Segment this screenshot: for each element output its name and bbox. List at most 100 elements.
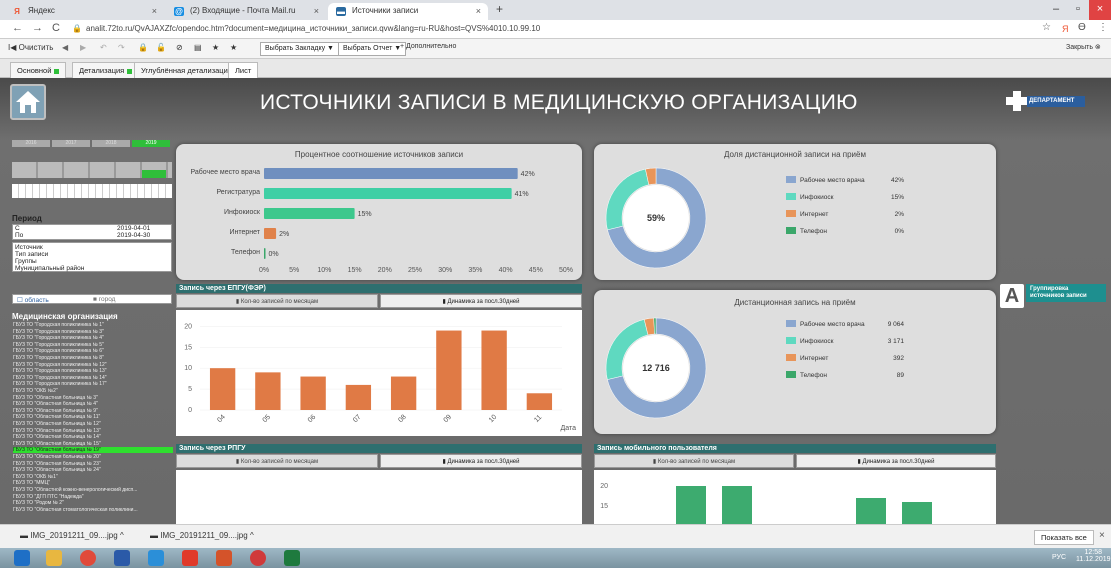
close-document-button[interactable]: Закрыть ⊗ — [1066, 43, 1101, 51]
org-list-item[interactable]: ГБУЗ ТО "Областная больница № 20" — [13, 454, 173, 460]
org-list-item[interactable]: ГБУЗ ТО "Областная больница № 14" — [13, 434, 173, 440]
org-list-item[interactable]: ГБУЗ ТО "Городская поликлиника № 13" — [13, 368, 173, 374]
org-list-item[interactable]: ГБУЗ ТО "Областная больница № 24" — [13, 467, 173, 473]
org-list-item[interactable]: ГБУЗ ТО "Городская поликлиника № 1" — [13, 322, 173, 328]
explorer-icon[interactable] — [46, 550, 62, 566]
org-list-item[interactable]: ГБУЗ ТО "Городская поликлиника № 8" — [13, 355, 173, 361]
org-list-item[interactable]: ГБУЗ ТО "Областная больница № 19" — [13, 447, 173, 453]
bookmark-select[interactable]: Выбрать Закладку ▼ — [260, 42, 339, 56]
org-list-item[interactable]: ГБУЗ ТО "Областная больница № 23" — [13, 461, 173, 467]
region-city[interactable]: ■ город — [93, 296, 115, 303]
clear-button[interactable]: I◀ Очистить — [8, 43, 53, 52]
menu-icon[interactable]: ⋮ — [1098, 22, 1108, 33]
forward-icon[interactable]: → — [32, 22, 43, 34]
language-indicator[interactable]: РУС — [1052, 554, 1066, 561]
star-icon[interactable]: ☆ — [1042, 22, 1051, 33]
show-all-button[interactable]: Показать все — [1034, 530, 1094, 545]
org-list-item[interactable]: ГБУЗ ТО "Городская поликлиника № 5" — [13, 342, 173, 348]
period-from-value[interactable]: 2019-04-01 — [117, 225, 150, 232]
org-list-item[interactable]: ГБУЗ ТО "Областная больница № 13" — [13, 428, 173, 434]
grouping-button[interactable]: A — [1000, 284, 1024, 308]
filter-district[interactable]: Муниципальный район — [15, 265, 84, 272]
close-download-bar-icon[interactable]: × — [1099, 530, 1105, 541]
org-list-item[interactable]: ГБУЗ ТО "Городская поликлиника № 17" — [13, 381, 173, 387]
grouping-label[interactable]: Группировка источников записи — [1026, 284, 1106, 302]
org-list-item[interactable]: ГБУЗ ТО "Родом № 2" — [13, 500, 173, 506]
year-button[interactable]: 2018 — [92, 140, 130, 147]
org-list-item[interactable]: ГБУЗ ТО "Областная больница № 3" — [13, 395, 173, 401]
ie-icon[interactable] — [148, 550, 164, 566]
browser-tab-yandex[interactable]: Я Яндекс × — [4, 3, 164, 20]
table-icon[interactable]: ▤ — [194, 43, 202, 52]
epgu-tab-month[interactable]: ▮ Кол-во записей по месяцам — [176, 294, 378, 308]
filter-source[interactable]: Источник — [15, 244, 43, 251]
org-list-item[interactable]: ГБУЗ ТО "Городская поликлиника № 6" — [13, 348, 173, 354]
org-list-item[interactable]: ГБУЗ ТО "Областная стоматологическая пол… — [13, 507, 173, 513]
sheet-tab-list[interactable]: Лист — [228, 62, 259, 78]
rpgu-tab-month[interactable]: ▮ Кол-во записей по месяцам — [176, 454, 378, 468]
org-list-item[interactable]: ГБУЗ ТО "Областной кожно-венерологически… — [13, 487, 173, 493]
org-list-item[interactable]: ГБУЗ ТО "Областная больница № 9" — [13, 408, 173, 414]
chrome-icon[interactable] — [80, 550, 96, 566]
day-selector[interactable] — [12, 184, 172, 198]
excel-icon[interactable] — [284, 550, 300, 566]
report-select[interactable]: Выбрать Отчет ▼ — [338, 42, 407, 56]
search-icon[interactable]: ⊘ — [176, 43, 183, 52]
close-window-button[interactable]: × — [1089, 0, 1111, 20]
redo-icon[interactable]: ↷ — [118, 43, 125, 52]
word-icon[interactable] — [114, 550, 130, 566]
epgu-tab-dynamics[interactable]: ▮ Динамика за посл.30дней — [380, 294, 582, 308]
bookmark-add-icon[interactable]: ★ — [230, 43, 237, 52]
download-item[interactable]: ▬ IMG_20191211_09....jpg ^ — [150, 531, 254, 540]
year-button-selected[interactable]: 2019 — [132, 140, 170, 147]
mobile-tab-month[interactable]: ▮ Кол-во записей по месяцам — [594, 454, 794, 468]
mobile-tab-dynamics[interactable]: ▮ Динамика за посл.30дней — [796, 454, 996, 468]
yandex-browser-icon[interactable] — [182, 550, 198, 566]
undo-icon[interactable]: ↶ — [100, 43, 107, 52]
start-icon[interactable] — [14, 550, 30, 566]
close-tab-icon[interactable]: × — [314, 6, 319, 16]
more-button[interactable]: + Дополнительно — [400, 43, 456, 50]
org-list-item[interactable]: ГБУЗ ТО "Городская поликлиника № 3" — [13, 329, 173, 335]
org-list-item[interactable]: ГБУЗ ТО "Городская поликлиника № 4" — [13, 335, 173, 341]
sheet-tab-main[interactable]: Основной — [10, 62, 67, 78]
account-icon[interactable]: Ө — [1078, 22, 1086, 33]
month-selected[interactable] — [142, 170, 166, 178]
filter-groups[interactable]: Группы — [15, 258, 37, 265]
powerpoint-icon[interactable] — [216, 550, 232, 566]
new-tab-button[interactable]: + — [496, 2, 503, 16]
org-list-item[interactable]: ГБУЗ ТО "ОКБ №1" — [13, 474, 173, 480]
yandex-app-icon[interactable] — [250, 550, 266, 566]
year-button[interactable]: 2017 — [52, 140, 90, 147]
sheet-tab-detail[interactable]: Детализация — [72, 62, 140, 78]
reload-icon[interactable]: C — [52, 22, 60, 34]
forward-selection-icon[interactable]: ▶ — [80, 43, 86, 52]
lock-selection-icon[interactable]: 🔒 — [138, 43, 148, 52]
browser-tab-mail[interactable]: @ (2) Входящие - Почта Mail.ru × — [166, 3, 326, 20]
rpgu-tab-dynamics[interactable]: ▮ Динамика за посл.30дней — [380, 454, 582, 468]
year-button[interactable]: 2016 — [12, 140, 50, 147]
unlock-icon[interactable]: 🔓 — [156, 43, 166, 52]
org-list-item[interactable]: ГБУЗ ТО "ДГП ПТС "Надежда" — [13, 494, 173, 500]
org-list-item[interactable]: ГБУЗ ТО "ММЦ" — [13, 480, 173, 486]
maximize-button[interactable]: ▫ — [1067, 0, 1089, 20]
org-list-item[interactable]: ГБУЗ ТО "ОКБ №2" — [13, 388, 173, 394]
org-list-item[interactable]: ГБУЗ ТО "Областная больница № 12" — [13, 421, 173, 427]
back-icon[interactable]: ← — [12, 22, 23, 34]
org-list-item[interactable]: ГБУЗ ТО "Городская поликлиника № 12" — [13, 362, 173, 368]
download-item[interactable]: ▬ IMG_20191211_09....jpg ^ — [20, 531, 124, 540]
sheet-tab-deep-detail[interactable]: Углублённая детализация — [134, 62, 239, 78]
region-oblast[interactable]: ☐ область — [17, 296, 49, 304]
close-tab-icon[interactable]: × — [476, 6, 481, 16]
org-list-item[interactable]: ГБУЗ ТО "Областная больница № 4" — [13, 401, 173, 407]
browser-tab-active[interactable]: ▬ Источники записи × — [328, 3, 488, 20]
period-to-value[interactable]: 2019-04-30 — [117, 232, 150, 239]
url-field[interactable]: analit.72to.ru/QvAJAXZfc/opendoc.htm?doc… — [86, 24, 540, 33]
org-list-item[interactable]: ГБУЗ ТО "Областная больница № 11" — [13, 414, 173, 420]
close-tab-icon[interactable]: × — [152, 6, 157, 16]
yandex-ext-icon[interactable]: Я — [1062, 24, 1069, 34]
clock[interactable]: 12:58 11.12.2019 — [1076, 549, 1111, 563]
filter-type[interactable]: Тип записи — [15, 251, 48, 258]
home-button[interactable] — [10, 84, 46, 120]
org-list-item[interactable]: ГБУЗ ТО "Городская поликлиника № 14" — [13, 375, 173, 381]
